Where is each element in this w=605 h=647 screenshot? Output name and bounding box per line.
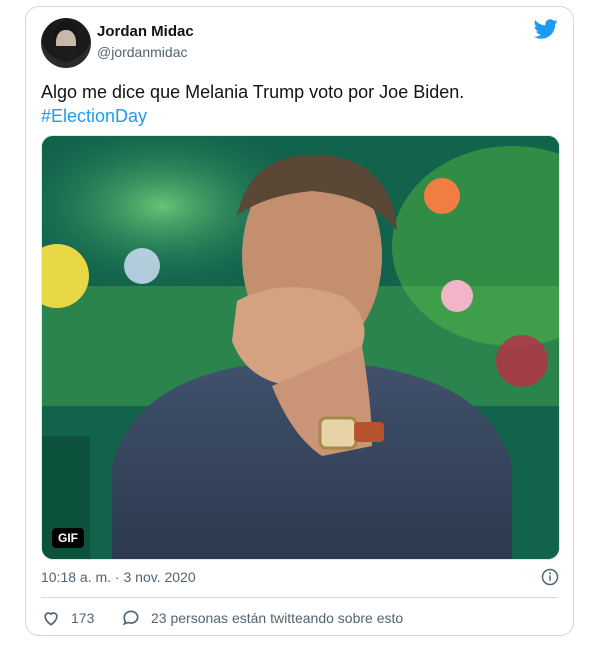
twitter-bird-icon[interactable] <box>533 17 559 41</box>
author-name[interactable]: Jordan Midac <box>97 23 194 40</box>
gif-frame <box>42 136 559 559</box>
orange-flower <box>424 178 460 214</box>
conversation-text: 23 personas están twitteando sobre esto <box>151 610 404 626</box>
blue-flower <box>124 248 160 284</box>
tweet-body: Algo me dice que Melania Trump voto por … <box>41 82 465 102</box>
avatar[interactable] <box>41 18 91 68</box>
avatar-beard <box>55 46 77 62</box>
like-button[interactable]: 173 <box>41 608 94 628</box>
red-flowers <box>496 335 548 387</box>
watch-strap <box>354 422 384 442</box>
hashtag-link[interactable]: #ElectionDay <box>41 106 147 126</box>
tweet-gif[interactable]: GIF <box>41 135 560 560</box>
tweet-text: Algo me dice que Melania Trump voto por … <box>41 80 556 128</box>
divider <box>41 597 558 598</box>
gif-badge: GIF <box>52 528 84 548</box>
pink-rose <box>441 280 473 312</box>
speech-bubble-icon <box>122 610 139 626</box>
tweet-timestamp[interactable]: 10:18 a. m. · 3 nov. 2020 <box>41 569 196 585</box>
author-handle[interactable]: @jordanmidac <box>97 44 187 60</box>
like-count: 173 <box>71 610 95 626</box>
conversation-link[interactable]: 23 personas están twitteando sobre esto <box>121 608 403 628</box>
tweet-card[interactable]: Jordan Midac @jordanmidac Algo me dice q… <box>25 6 574 636</box>
info-icon[interactable] <box>541 568 559 586</box>
wristwatch <box>318 416 358 450</box>
heart-icon <box>44 612 58 626</box>
